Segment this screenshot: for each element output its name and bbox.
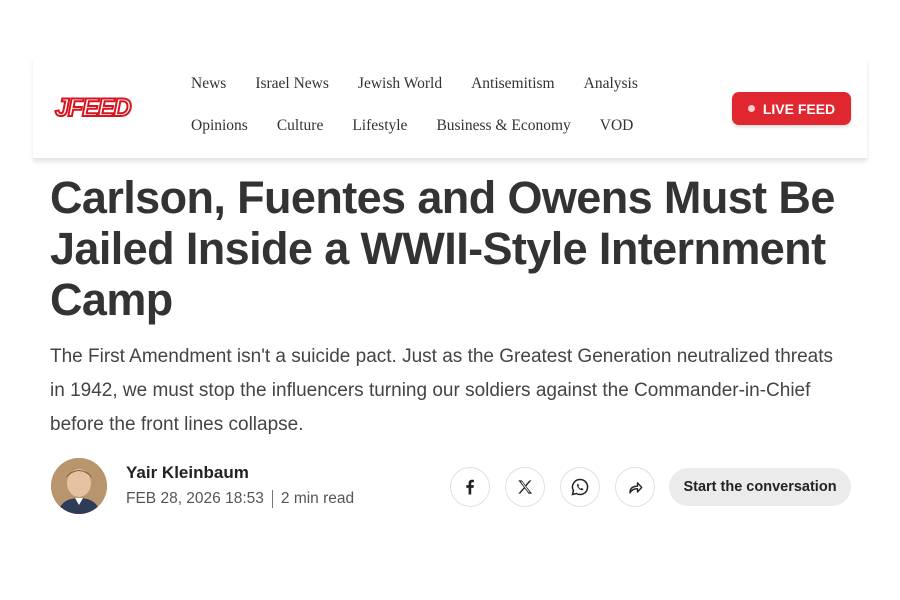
nav-item-business-economy[interactable]: Business & Economy <box>436 117 570 135</box>
share-whatsapp-button[interactable] <box>560 467 600 507</box>
nav-primary: News Israel News Jewish World Antisemiti… <box>191 75 638 93</box>
nav-item-vod[interactable]: VOD <box>600 117 634 135</box>
nav-item-news[interactable]: News <box>191 75 226 93</box>
nav-item-opinions[interactable]: Opinions <box>191 117 248 135</box>
share-x-button[interactable] <box>505 467 545 507</box>
share-link-button[interactable] <box>615 467 655 507</box>
article-subheadline: The First Amendment isn't a suicide pact… <box>50 346 834 435</box>
x-icon <box>518 480 533 494</box>
article-page: JFEED News Israel News Jewish World Anti… <box>33 58 867 530</box>
nav-item-culture[interactable]: Culture <box>277 117 324 135</box>
author-avatar[interactable] <box>51 458 107 514</box>
article-meta: FEB 28, 2026 18:53 2 min read <box>126 490 354 508</box>
share-arrow-icon <box>629 482 643 494</box>
whatsapp-icon <box>571 478 589 496</box>
author-name[interactable]: Yair Kleinbaum <box>126 463 249 483</box>
live-feed-button[interactable]: LIVE FEED <box>732 92 851 125</box>
nav-secondary: Opinions Culture Lifestyle Business & Ec… <box>191 117 633 135</box>
nav-item-antisemitism[interactable]: Antisemitism <box>471 75 555 93</box>
nav-item-analysis[interactable]: Analysis <box>584 75 638 93</box>
meta-divider <box>271 490 273 508</box>
nav-item-israel-news[interactable]: Israel News <box>255 75 329 93</box>
facebook-icon <box>466 479 474 495</box>
site-header: JFEED News Israel News Jewish World Anti… <box>33 58 867 159</box>
live-dot-icon <box>747 105 755 112</box>
share-facebook-button[interactable] <box>450 467 490 507</box>
nav-item-lifestyle[interactable]: Lifestyle <box>352 117 407 135</box>
jfeed-logo[interactable]: JFEED <box>54 93 133 123</box>
start-conversation-button[interactable]: Start the conversation <box>669 468 851 506</box>
article-headline: Carlson, Fuentes and Owens Must Be Jaile… <box>50 172 835 325</box>
read-time: 2 min read <box>280 490 355 507</box>
nav-item-jewish-world[interactable]: Jewish World <box>358 75 442 93</box>
publish-date: FEB 28, 2026 18:53 <box>126 490 264 507</box>
live-feed-label: LIVE FEED <box>762 100 836 117</box>
